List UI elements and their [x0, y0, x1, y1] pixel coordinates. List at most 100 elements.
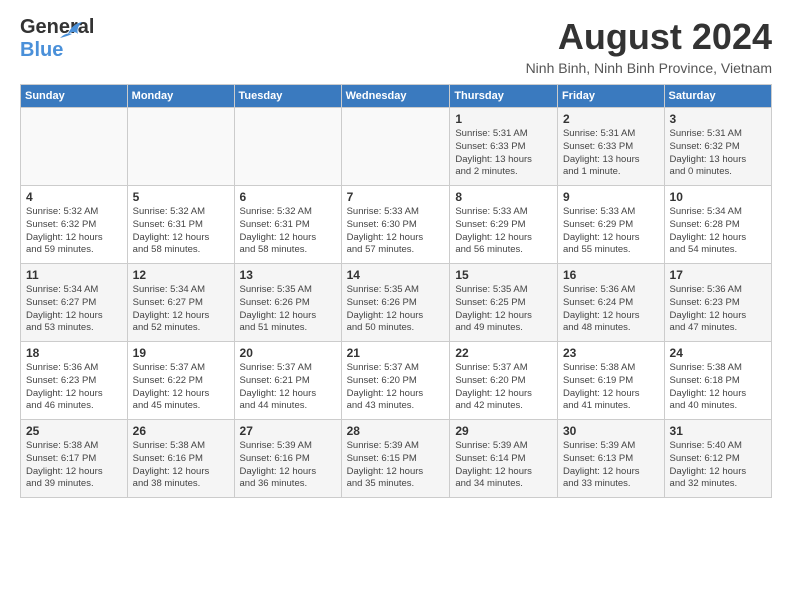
day-number: 31 [670, 424, 766, 438]
calendar-cell: 1Sunrise: 5:31 AM Sunset: 6:33 PM Daylig… [450, 108, 558, 186]
day-number: 9 [563, 190, 659, 204]
day-number: 29 [455, 424, 552, 438]
calendar-cell: 27 Sunrise: 5:39 AM Sunset: 6:16 PM Dayli… [234, 420, 341, 498]
day-number: 8 [455, 190, 552, 204]
day-info: Sunrise: 5:32 AM Sunset: 6:31 PM Dayligh… [240, 206, 336, 257]
day-number: 21 [347, 346, 445, 360]
calendar-cell: 11 Sunrise: 5:34 AM Sunset: 6:27 PM Dayli… [21, 264, 128, 342]
day-number: 30 [563, 424, 659, 438]
day-info: Sunrise: 5:38 AM Sunset: 6:16 PM Dayligh… [133, 440, 229, 491]
day-number: 22 [455, 346, 552, 360]
day-number: 17 [670, 268, 766, 282]
day-info: Sunrise: 5:38 AM Sunset: 6:17 PM Dayligh… [26, 440, 122, 491]
calendar-cell: 15 Sunrise: 5:35 AM Sunset: 6:25 PM Dayli… [450, 264, 558, 342]
calendar-cell: 19Sunrise: 5:37 AM Sunset: 6:22 PM Dayli… [127, 342, 234, 420]
calendar-cell: 2 Sunrise: 5:31 AM Sunset: 6:33 PM Daylig… [557, 108, 664, 186]
day-of-week-header: Friday [557, 85, 664, 108]
day-number: 2 [563, 112, 659, 126]
day-info: Sunrise: 5:32 AM Sunset: 6:32 PM Dayligh… [26, 206, 122, 257]
calendar-cell: 31 Sunrise: 5:40 AM Sunset: 6:12 PM Dayli… [664, 420, 771, 498]
day-info: Sunrise: 5:38 AM Sunset: 6:18 PM Dayligh… [670, 362, 766, 413]
day-number: 13 [240, 268, 336, 282]
day-number: 25 [26, 424, 122, 438]
calendar-cell: 20 Sunrise: 5:37 AM Sunset: 6:21 PM Dayli… [234, 342, 341, 420]
day-number: 24 [670, 346, 766, 360]
day-info: Sunrise: 5:39 AM Sunset: 6:15 PM Dayligh… [347, 440, 445, 491]
day-number: 6 [240, 190, 336, 204]
day-of-week-header: Sunday [21, 85, 128, 108]
day-of-week-header: Saturday [664, 85, 771, 108]
location-subtitle: Ninh Binh, Ninh Binh Province, Vietnam [526, 60, 772, 76]
day-info: Sunrise: 5:35 AM Sunset: 6:25 PM Dayligh… [455, 284, 552, 335]
calendar-cell: 24 Sunrise: 5:38 AM Sunset: 6:18 PM Dayli… [664, 342, 771, 420]
day-number: 18 [26, 346, 122, 360]
day-number: 28 [347, 424, 445, 438]
day-of-week-header: Monday [127, 85, 234, 108]
calendar-cell: 22 Sunrise: 5:37 AM Sunset: 6:20 PM Dayli… [450, 342, 558, 420]
day-info: Sunrise: 5:39 AM Sunset: 6:14 PM Dayligh… [455, 440, 552, 491]
day-number: 16 [563, 268, 659, 282]
day-number: 1 [455, 112, 552, 126]
day-number: 27 [240, 424, 336, 438]
day-info: Sunrise: 5:36 AM Sunset: 6:24 PM Dayligh… [563, 284, 659, 335]
day-info: Sunrise: 5:35 AM Sunset: 6:26 PM Dayligh… [347, 284, 445, 335]
day-of-week-header: Tuesday [234, 85, 341, 108]
calendar-cell [341, 108, 450, 186]
calendar-cell: 25 Sunrise: 5:38 AM Sunset: 6:17 PM Dayli… [21, 420, 128, 498]
day-number: 10 [670, 190, 766, 204]
day-info: Sunrise: 5:38 AM Sunset: 6:19 PM Dayligh… [563, 362, 659, 413]
calendar-cell: 14Sunrise: 5:35 AM Sunset: 6:26 PM Dayli… [341, 264, 450, 342]
day-info: Sunrise: 5:33 AM Sunset: 6:29 PM Dayligh… [563, 206, 659, 257]
day-number: 20 [240, 346, 336, 360]
day-info: Sunrise: 5:32 AM Sunset: 6:31 PM Dayligh… [133, 206, 229, 257]
day-info: Sunrise: 5:39 AM Sunset: 6:16 PM Dayligh… [240, 440, 336, 491]
day-info: Sunrise: 5:39 AM Sunset: 6:13 PM Dayligh… [563, 440, 659, 491]
day-info: Sunrise: 5:37 AM Sunset: 6:20 PM Dayligh… [347, 362, 445, 413]
calendar-cell: 6 Sunrise: 5:32 AM Sunset: 6:31 PM Daylig… [234, 186, 341, 264]
day-number: 3 [670, 112, 766, 126]
calendar-cell: 5 Sunrise: 5:32 AM Sunset: 6:31 PM Daylig… [127, 186, 234, 264]
day-info: Sunrise: 5:31 AM Sunset: 6:32 PM Dayligh… [670, 128, 766, 179]
calendar-cell: 10Sunrise: 5:34 AM Sunset: 6:28 PM Dayli… [664, 186, 771, 264]
day-number: 4 [26, 190, 122, 204]
day-info: Sunrise: 5:35 AM Sunset: 6:26 PM Dayligh… [240, 284, 336, 335]
day-info: Sunrise: 5:37 AM Sunset: 6:20 PM Dayligh… [455, 362, 552, 413]
day-number: 15 [455, 268, 552, 282]
calendar-cell [127, 108, 234, 186]
day-number: 5 [133, 190, 229, 204]
calendar-cell: 8 Sunrise: 5:33 AM Sunset: 6:29 PM Daylig… [450, 186, 558, 264]
day-info: Sunrise: 5:40 AM Sunset: 6:12 PM Dayligh… [670, 440, 766, 491]
calendar-cell: 4 Sunrise: 5:32 AM Sunset: 6:32 PM Daylig… [21, 186, 128, 264]
calendar-cell: 7 Sunrise: 5:33 AM Sunset: 6:30 PM Daylig… [341, 186, 450, 264]
logo: General Blue [20, 16, 72, 56]
calendar-cell: 29 Sunrise: 5:39 AM Sunset: 6:14 PM Dayli… [450, 420, 558, 498]
header: General Blue August 2024 Ninh Binh, Ninh… [20, 16, 772, 76]
calendar-cell: 21 Sunrise: 5:37 AM Sunset: 6:20 PM Dayli… [341, 342, 450, 420]
calendar-cell [234, 108, 341, 186]
day-number: 7 [347, 190, 445, 204]
day-info: Sunrise: 5:36 AM Sunset: 6:23 PM Dayligh… [26, 362, 122, 413]
calendar-cell: 9 Sunrise: 5:33 AM Sunset: 6:29 PM Daylig… [557, 186, 664, 264]
day-info: Sunrise: 5:36 AM Sunset: 6:23 PM Dayligh… [670, 284, 766, 335]
calendar-cell: 3 Sunrise: 5:31 AM Sunset: 6:32 PM Daylig… [664, 108, 771, 186]
day-number: 12 [133, 268, 229, 282]
day-info: Sunrise: 5:33 AM Sunset: 6:29 PM Dayligh… [455, 206, 552, 257]
calendar-cell: 13 Sunrise: 5:35 AM Sunset: 6:26 PM Dayli… [234, 264, 341, 342]
calendar-cell: 28 Sunrise: 5:39 AM Sunset: 6:15 PM Dayli… [341, 420, 450, 498]
calendar-cell: 16 Sunrise: 5:36 AM Sunset: 6:24 PM Dayli… [557, 264, 664, 342]
day-of-week-header: Thursday [450, 85, 558, 108]
month-year-title: August 2024 [526, 16, 772, 58]
day-info: Sunrise: 5:34 AM Sunset: 6:27 PM Dayligh… [26, 284, 122, 335]
day-info: Sunrise: 5:31 AM Sunset: 6:33 PM Dayligh… [563, 128, 659, 179]
calendar-cell [21, 108, 128, 186]
calendar-cell: 18 Sunrise: 5:36 AM Sunset: 6:23 PM Dayli… [21, 342, 128, 420]
calendar-cell: 23 Sunrise: 5:38 AM Sunset: 6:19 PM Dayli… [557, 342, 664, 420]
day-number: 26 [133, 424, 229, 438]
day-number: 23 [563, 346, 659, 360]
day-number: 11 [26, 268, 122, 282]
day-info: Sunrise: 5:37 AM Sunset: 6:22 PM Dayligh… [133, 362, 229, 413]
day-info: Sunrise: 5:34 AM Sunset: 6:27 PM Dayligh… [133, 284, 229, 335]
day-info: Sunrise: 5:37 AM Sunset: 6:21 PM Dayligh… [240, 362, 336, 413]
calendar-cell: 12 Sunrise: 5:34 AM Sunset: 6:27 PM Dayli… [127, 264, 234, 342]
day-info: Sunrise: 5:33 AM Sunset: 6:30 PM Dayligh… [347, 206, 445, 257]
